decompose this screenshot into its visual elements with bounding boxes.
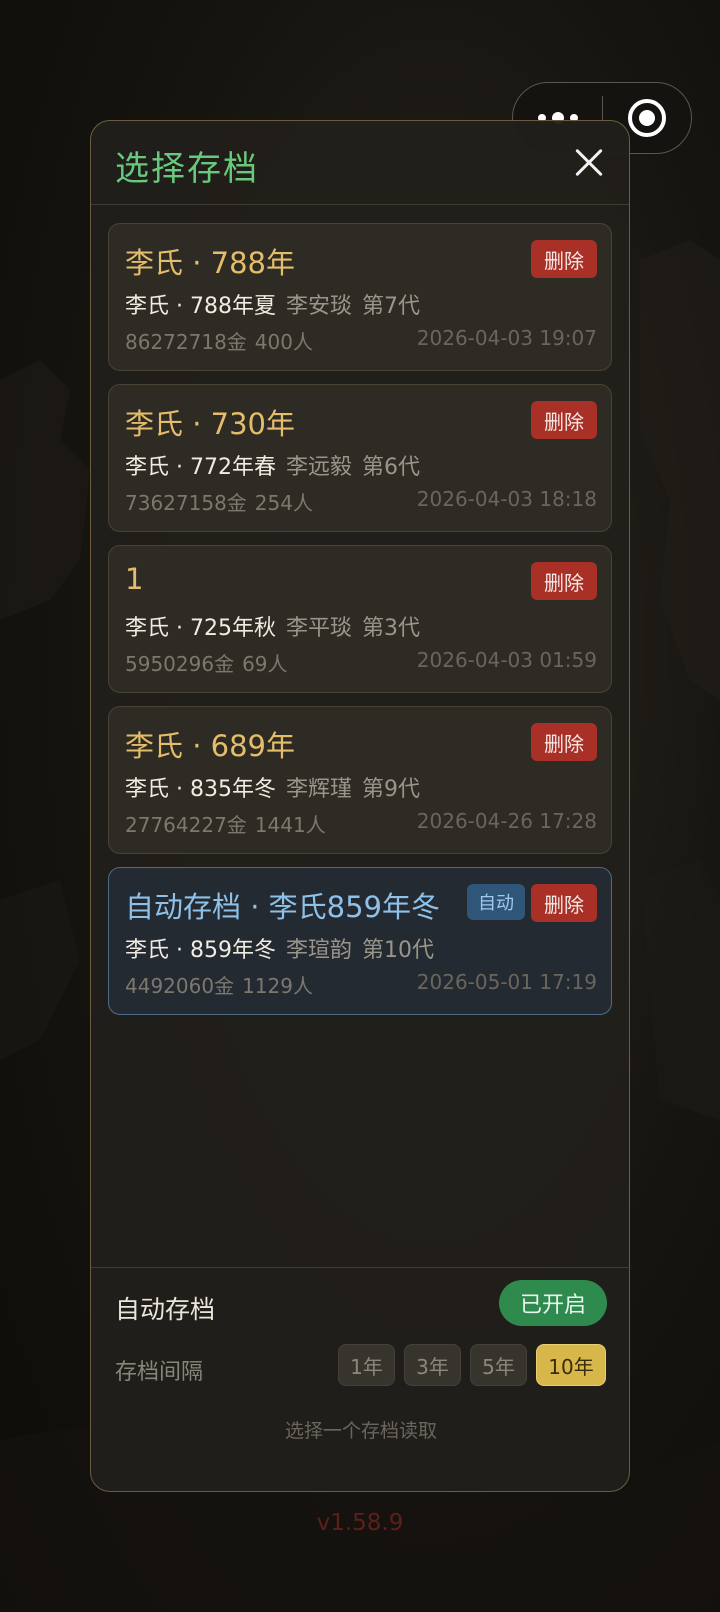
save-people: 1129人 (242, 974, 313, 998)
dialog-header: 选择存档 (91, 121, 629, 205)
auto-save-label: 自动存档 (115, 1295, 216, 1324)
save-clan-date: 李氏 · 859年冬 (125, 938, 276, 963)
save-name: 李氏 · 689年 (125, 729, 296, 763)
save-stats: 4492060金 1129人 (125, 970, 313, 999)
interval-option-10y[interactable]: 10年 (536, 1344, 606, 1386)
save-people: 69人 (242, 652, 288, 676)
save-stats: 86272718金 400人 (125, 326, 313, 355)
footer-hint: 选择一个存档读取 (284, 1420, 437, 1442)
save-info: 李氏 · 859年冬 李瑄韵 第10代 (125, 932, 434, 964)
dialog-title: 选择存档 (115, 149, 259, 189)
save-generation: 第3代 (362, 616, 420, 641)
save-timestamp: 2026-04-03 01:59 (416, 648, 597, 672)
interval-options: 1年 3年 5年 10年 (338, 1344, 606, 1386)
save-info: 李氏 · 772年春 李远毅 第6代 (125, 449, 420, 481)
save-list: 李氏 · 788年 删除 李氏 · 788年夏 李安琰 第7代 86272718金 4… (108, 223, 612, 1028)
version-label: v1.58.9 (316, 1510, 404, 1536)
save-generation: 第7代 (362, 294, 420, 319)
interval-option-5y[interactable]: 5年 (470, 1344, 527, 1386)
save-clan-date: 李氏 · 788年夏 (125, 294, 276, 319)
save-slot[interactable]: 李氏 · 730年 删除 李氏 · 772年春 李远毅 第6代 73627158金 2… (108, 384, 612, 532)
delete-button[interactable]: 删除 (531, 723, 597, 761)
save-info: 李氏 · 725年秋 李平琰 第3代 (125, 610, 420, 642)
save-gold: 27764227金 (125, 813, 247, 837)
save-person: 李安琰 (285, 294, 352, 319)
delete-button[interactable]: 删除 (531, 884, 597, 922)
auto-badge: 自动 (467, 884, 525, 920)
save-people: 254人 (254, 491, 313, 515)
delete-button[interactable]: 删除 (531, 240, 597, 278)
save-select-dialog: 选择存档 李氏 · 788年 删除 李氏 · 788年夏 李安琰 第7代 86272… (90, 120, 631, 1493)
interval-label: 存档间隔 (115, 1360, 204, 1385)
save-people: 1441人 (254, 813, 326, 837)
save-person: 李辉瑾 (285, 777, 352, 802)
save-timestamp: 2026-05-01 17:19 (416, 970, 597, 994)
save-slot[interactable]: 李氏 · 788年 删除 李氏 · 788年夏 李安琰 第7代 86272718金 4… (108, 223, 612, 371)
auto-save-toggle[interactable]: 已开启 (499, 1280, 607, 1326)
save-stats: 73627158金 254人 (125, 487, 313, 516)
save-info: 李氏 · 788年夏 李安琰 第7代 (125, 288, 420, 320)
save-name: 李氏 · 788年 (125, 246, 296, 280)
save-name: 1 (125, 562, 144, 596)
save-generation: 第10代 (362, 938, 434, 963)
save-clan-date: 李氏 · 725年秋 (125, 616, 276, 641)
save-person: 李平琰 (285, 616, 352, 641)
save-name: 李氏 · 730年 (125, 407, 296, 441)
save-stats: 27764227金 1441人 (125, 809, 326, 838)
save-clan-date: 李氏 · 835年冬 (125, 777, 276, 802)
save-generation: 第6代 (362, 455, 420, 480)
save-timestamp: 2026-04-26 17:28 (416, 809, 597, 833)
save-timestamp: 2026-04-03 18:18 (416, 487, 597, 511)
save-slot[interactable]: 1 删除 李氏 · 725年秋 李平琰 第3代 5950296金 69人 2026-0… (108, 545, 612, 693)
dialog-footer: 自动存档 已开启 存档间隔 1年 3年 5年 10年 选择一个存档读取 (91, 1267, 631, 1493)
save-gold: 73627158金 (125, 491, 247, 515)
save-person: 李瑄韵 (285, 938, 352, 963)
save-timestamp: 2026-04-03 19:07 (416, 326, 597, 350)
save-gold: 86272718金 (125, 330, 247, 354)
interval-option-1y[interactable]: 1年 (338, 1344, 395, 1386)
save-person: 李远毅 (285, 455, 352, 480)
save-gold: 5950296金 (125, 652, 235, 676)
save-people: 400人 (254, 330, 313, 354)
save-clan-date: 李氏 · 772年春 (125, 455, 276, 480)
save-info: 李氏 · 835年冬 李辉瑾 第9代 (125, 771, 420, 803)
delete-button[interactable]: 删除 (531, 401, 597, 439)
delete-button[interactable]: 删除 (531, 562, 597, 600)
auto-save-slot[interactable]: 自动存档 · 李氏859年冬 自动 删除 李氏 · 859年冬 李瑄韵 第10代 4… (108, 867, 612, 1015)
close-icon[interactable] (569, 143, 609, 183)
interval-option-3y[interactable]: 3年 (404, 1344, 461, 1386)
save-slot[interactable]: 李氏 · 689年 删除 李氏 · 835年冬 李辉瑾 第9代 27764227金 1… (108, 706, 612, 854)
save-generation: 第9代 (362, 777, 420, 802)
save-stats: 5950296金 69人 (125, 648, 288, 677)
save-gold: 4492060金 (125, 974, 235, 998)
save-name: 自动存档 · 李氏859年冬 (125, 890, 441, 924)
